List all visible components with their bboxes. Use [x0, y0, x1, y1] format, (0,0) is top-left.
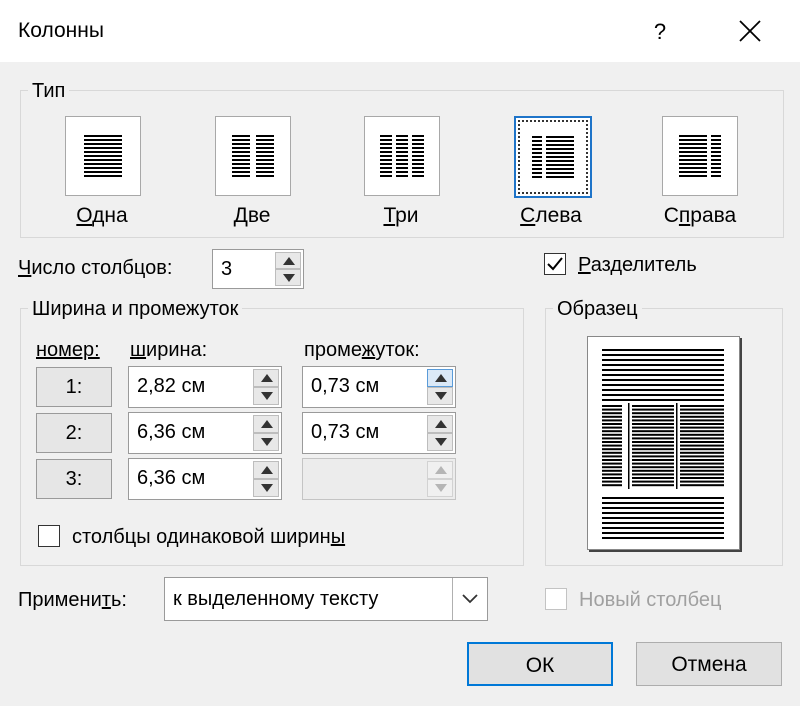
preset-two[interactable] [215, 116, 291, 196]
sample-preview [587, 336, 740, 550]
close-icon [739, 20, 761, 42]
arrow-down-icon [435, 484, 447, 492]
column-number-2: 2: [36, 413, 112, 453]
arrow-up-icon [261, 374, 273, 382]
spin-up-button[interactable] [253, 369, 279, 387]
separator-checkbox[interactable] [544, 253, 566, 275]
spacing-spinner-3 [427, 461, 453, 497]
equal-width-label[interactable]: столбцы одинаковой ширины [72, 525, 345, 549]
preset-label-left[interactable]: Слева [491, 204, 611, 228]
arrow-down-icon [283, 273, 295, 282]
width-input-2[interactable]: 6,36 см [128, 412, 282, 454]
page-preview-icon [602, 349, 724, 539]
arrow-down-icon [435, 392, 447, 400]
spacing-input-2[interactable]: 0,73 см [302, 412, 456, 454]
spacing-spinner-1[interactable] [427, 369, 453, 405]
sample-legend: Образец [553, 297, 642, 321]
width-input-1[interactable]: 2,82 см [128, 366, 282, 408]
num-columns-label: Число столбцов: [18, 257, 173, 279]
right-columns-icon [679, 135, 721, 177]
spin-down-button [427, 479, 453, 497]
width-spacing-legend: Ширина и промежуток [28, 297, 243, 321]
arrow-up-icon [261, 466, 273, 474]
apply-label: Применить: [18, 589, 127, 611]
preset-one[interactable] [65, 116, 141, 196]
num-columns-spinner[interactable] [275, 252, 301, 286]
ok-button[interactable]: ОК [467, 642, 613, 686]
spin-up-button[interactable] [253, 415, 279, 433]
arrow-down-icon [261, 484, 273, 492]
num-columns-input[interactable]: 3 [212, 249, 304, 289]
spacing-spinner-2[interactable] [427, 415, 453, 451]
width-input-3[interactable]: 6,36 см [128, 458, 282, 500]
width-header: ширина: [130, 339, 208, 361]
one-column-icon [84, 135, 122, 177]
preset-right[interactable] [662, 116, 738, 196]
apply-dropdown-button[interactable] [452, 578, 487, 620]
type-group-legend: Тип [28, 79, 70, 103]
title-bar [0, 0, 800, 62]
spin-up-button[interactable] [427, 369, 453, 387]
preset-three[interactable] [364, 116, 440, 196]
dialog-title: Колонны [18, 19, 104, 42]
arrow-down-icon [261, 392, 273, 400]
chevron-down-icon [462, 594, 478, 604]
new-column-label: Новый столбец [579, 589, 722, 611]
arrow-up-icon [435, 420, 447, 428]
spacing-input-1[interactable]: 0,73 см [302, 366, 456, 408]
spin-down-button[interactable] [427, 387, 453, 405]
width-spinner-3[interactable] [253, 461, 279, 497]
cancel-button[interactable]: Отмена [636, 642, 782, 686]
spacing-input-3 [302, 458, 456, 500]
checkmark-icon [547, 257, 563, 271]
preset-label-three[interactable]: Три [341, 204, 461, 228]
preset-label-right[interactable]: Справа [640, 204, 760, 228]
spin-down-button[interactable] [253, 433, 279, 451]
spin-up-button[interactable] [253, 461, 279, 479]
apply-select[interactable]: к выделенному тексту [164, 577, 488, 621]
preset-label-one[interactable]: Одна [42, 204, 162, 228]
arrow-up-icon [261, 420, 273, 428]
preset-left[interactable] [514, 116, 592, 198]
spin-up-button[interactable] [427, 415, 453, 433]
arrow-down-icon [435, 438, 447, 446]
width-spinner-2[interactable] [253, 415, 279, 451]
left-columns-icon [532, 136, 574, 178]
spin-down-button[interactable] [253, 479, 279, 497]
column-number-1: 1: [36, 367, 112, 407]
column-number-3: 3: [36, 459, 112, 499]
three-columns-icon [380, 135, 424, 177]
spin-down-button[interactable] [427, 433, 453, 451]
separator-label[interactable]: Разделитель [578, 253, 697, 277]
spin-down-button[interactable] [275, 269, 301, 286]
spin-up-button[interactable] [275, 252, 301, 269]
column-number-header: номер: [36, 339, 100, 361]
new-column-checkbox [545, 588, 567, 610]
arrow-up-icon [435, 466, 447, 474]
equal-width-checkbox[interactable] [38, 525, 60, 547]
spacing-header: промежуток: [304, 339, 420, 361]
preset-label-two[interactable]: Две [192, 204, 312, 228]
spin-up-button [427, 461, 453, 479]
help-button[interactable]: ? [640, 16, 680, 48]
width-spinner-1[interactable] [253, 369, 279, 405]
two-columns-icon [232, 135, 274, 177]
close-button[interactable] [725, 14, 775, 48]
arrow-up-icon [283, 256, 295, 265]
arrow-up-icon [435, 374, 447, 382]
arrow-down-icon [261, 438, 273, 446]
spin-down-button[interactable] [253, 387, 279, 405]
